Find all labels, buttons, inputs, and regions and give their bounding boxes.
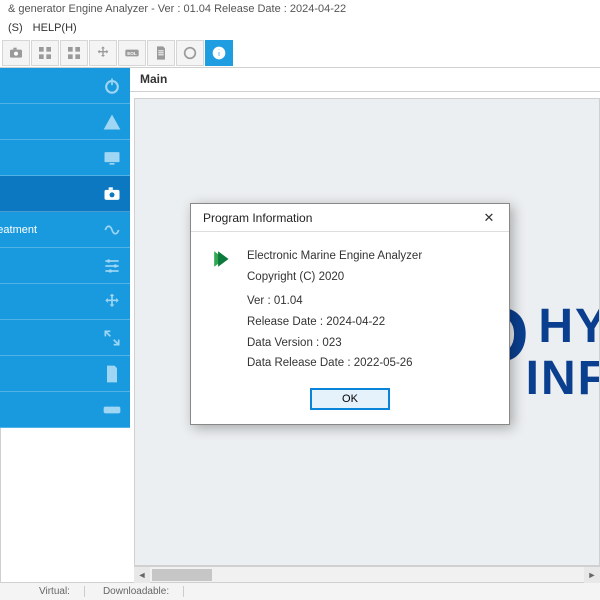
sidebar-item-2[interactable]: g [0,140,130,176]
sidebar-item-6[interactable]: est [0,284,130,320]
menu-bar: (S) HELP(H) [0,20,600,38]
scroll-right-arrow[interactable]: ► [584,567,600,583]
toolbar-circle-button[interactable] [176,40,204,66]
brand-line1: HY [538,299,600,354]
dialog-titlebar[interactable]: Program Information ✕ [191,204,509,232]
close-icon[interactable]: ✕ [477,208,501,228]
menu-help[interactable]: HELP(H) [33,22,77,36]
status-downloadable: Downloadable: [103,586,184,597]
toolbar-grid1-button[interactable] [31,40,59,66]
sidebar-filler [0,428,130,582]
toolbar-doc-button[interactable] [147,40,175,66]
expand-icon [102,328,122,348]
sidebar-item-0[interactable] [0,68,130,104]
toolbar: EOL [0,38,600,68]
monitor-icon [102,148,122,168]
content-header: Main [130,68,600,92]
svg-text:EOL: EOL [127,51,137,56]
sidebar-label: &Aftertreatment [0,224,37,236]
toolbar-camera-button[interactable] [2,40,30,66]
dialog-copyright: Copyright (C) 2020 [247,267,422,288]
sidebar-item-8[interactable]: g [0,356,130,392]
window-titlebar: & generator Engine Analyzer - Ver : 01.0… [0,0,600,20]
sidebar-item-4[interactable]: &Aftertreatment [0,212,130,248]
menu-s[interactable]: (S) [8,22,23,36]
doc-icon [102,364,122,384]
sidebar-item-7[interactable]: ent [0,320,130,356]
dialog-data-release-date: Data Release Date : 2022-05-26 [247,353,491,374]
toolbar-grid2-button[interactable] [60,40,88,66]
sidebar-item-5[interactable] [0,248,130,284]
status-virtual: Virtual: [39,586,85,597]
dialog-body: Electronic Marine Engine Analyzer Copyri… [191,232,509,382]
toolbar-move-button[interactable] [89,40,117,66]
dialog-data-version: Data Version : 023 [247,333,491,354]
brand-line2: INF [526,351,600,406]
sliders-icon [102,256,122,276]
power-icon [102,76,122,96]
sidebar: g er &Aftertreatment est ent g [0,68,130,582]
dialog-release-date: Release Date : 2024-04-22 [247,312,491,333]
program-info-dialog: Program Information ✕ Electronic Marine … [190,203,510,425]
scroll-thumb[interactable] [152,569,212,581]
move-icon [102,292,122,312]
echo-icon [102,220,122,240]
warning-icon [102,112,122,132]
toolbar-eol-button[interactable]: EOL [118,40,146,66]
ok-button[interactable]: OK [310,388,390,410]
dialog-title: Program Information [203,211,312,225]
window-title: & generator Engine Analyzer - Ver : 01.0… [8,3,346,15]
sidebar-item-9[interactable] [0,392,130,428]
camera-icon [102,184,122,204]
eol-icon [102,400,122,420]
dialog-version: Ver : 01.04 [247,291,491,312]
dialog-logo-icon [209,246,235,272]
sidebar-item-3[interactable]: er [0,176,130,212]
horizontal-scrollbar[interactable]: ◄ ► [134,566,600,582]
dialog-footer: OK [191,382,509,424]
status-bar: Virtual: Downloadable: [0,582,600,600]
sidebar-item-1[interactable] [0,104,130,140]
scroll-left-arrow[interactable]: ◄ [134,567,150,583]
toolbar-info-button[interactable] [205,40,233,66]
dialog-app-name: Electronic Marine Engine Analyzer [247,246,422,267]
